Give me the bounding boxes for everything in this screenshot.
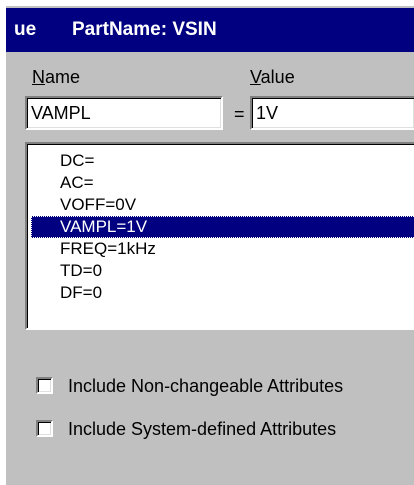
include-system-defined-checkbox[interactable] bbox=[36, 420, 53, 437]
value-label: Value bbox=[250, 66, 295, 88]
list-item-selected[interactable]: VAMPL=1V bbox=[31, 216, 414, 238]
window-title: PartName: VSIN bbox=[72, 19, 217, 40]
list-item[interactable]: TD=0 bbox=[31, 260, 414, 282]
title-prefix: ue bbox=[14, 19, 37, 40]
attribute-listbox[interactable]: DC= AC= VOFF=0V VAMPL=1V FREQ=1kHz TD=0 … bbox=[25, 142, 414, 330]
name-label-rest: ame bbox=[45, 67, 81, 87]
name-label-mnemonic: N bbox=[32, 67, 45, 87]
include-non-changeable-label: Include Non-changeable Attributes bbox=[68, 376, 344, 396]
equals-sign: = bbox=[234, 104, 245, 124]
edit-attributes-dialog: ue PartName: VSIN Name Value VAMPL = 1V … bbox=[0, 0, 414, 485]
list-item[interactable]: DF=0 bbox=[31, 282, 414, 304]
list-item[interactable]: DC= bbox=[31, 150, 414, 172]
name-field[interactable]: VAMPL bbox=[25, 96, 223, 130]
include-system-defined-label: Include System-defined Attributes bbox=[68, 419, 337, 439]
list-item[interactable]: FREQ=1kHz bbox=[31, 238, 414, 260]
value-field[interactable]: 1V bbox=[250, 96, 414, 130]
list-item[interactable]: AC= bbox=[31, 172, 414, 194]
list-item[interactable]: VOFF=0V bbox=[31, 194, 414, 216]
value-label-mnemonic: V bbox=[250, 67, 261, 87]
value-label-rest: alue bbox=[260, 67, 295, 87]
include-non-changeable-checkbox[interactable] bbox=[36, 377, 53, 394]
name-label: Name bbox=[32, 66, 80, 88]
title-bar[interactable]: ue PartName: VSIN bbox=[6, 8, 414, 52]
